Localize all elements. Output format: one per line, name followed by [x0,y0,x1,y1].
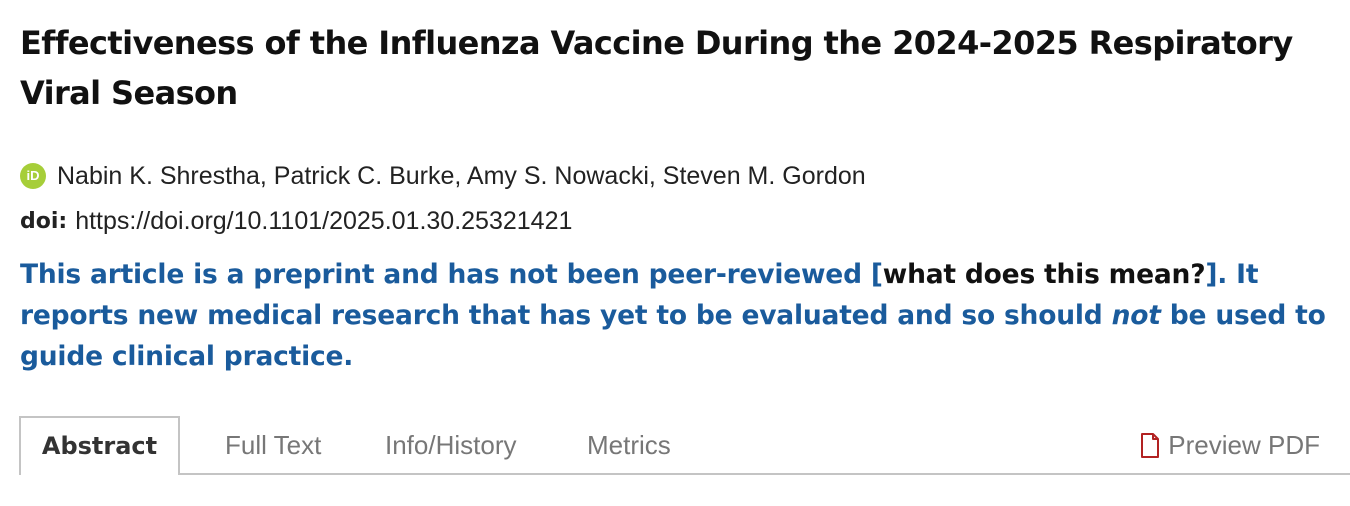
doi-line: doi: https://doi.org/10.1101/2025.01.30.… [20,204,572,238]
what-does-this-mean-link[interactable]: what does this mean? [883,259,1206,290]
author-names[interactable]: Nabin K. Shrestha, Patrick C. Burke, Amy… [57,162,866,191]
author-list: iD Nabin K. Shrestha, Patrick C. Burke, … [20,159,866,193]
tab-info-history[interactable]: Info/History [385,416,517,475]
tab-abstract[interactable]: Abstract [19,416,180,475]
notice-text-1: This article is a preprint and has not b… [20,259,883,290]
preview-pdf-label: Preview PDF [1168,430,1320,460]
doi-link[interactable]: https://doi.org/10.1101/2025.01.30.25321… [75,207,572,236]
tab-metrics[interactable]: Metrics [587,416,671,475]
doi-label: doi: [20,208,68,234]
article-title: Effectiveness of the Influenza Vaccine D… [20,24,1293,112]
tab-full-text[interactable]: Full Text [225,416,321,475]
pdf-file-icon [1141,433,1160,458]
article-tabs: Abstract Full Text Info/History Metrics … [19,416,1350,475]
notice-emphasis: not [1111,300,1161,331]
preprint-notice: This article is a preprint and has not b… [20,254,1345,377]
preview-pdf-button[interactable]: Preview PDF [1140,416,1320,475]
orcid-icon[interactable]: iD [20,163,46,189]
